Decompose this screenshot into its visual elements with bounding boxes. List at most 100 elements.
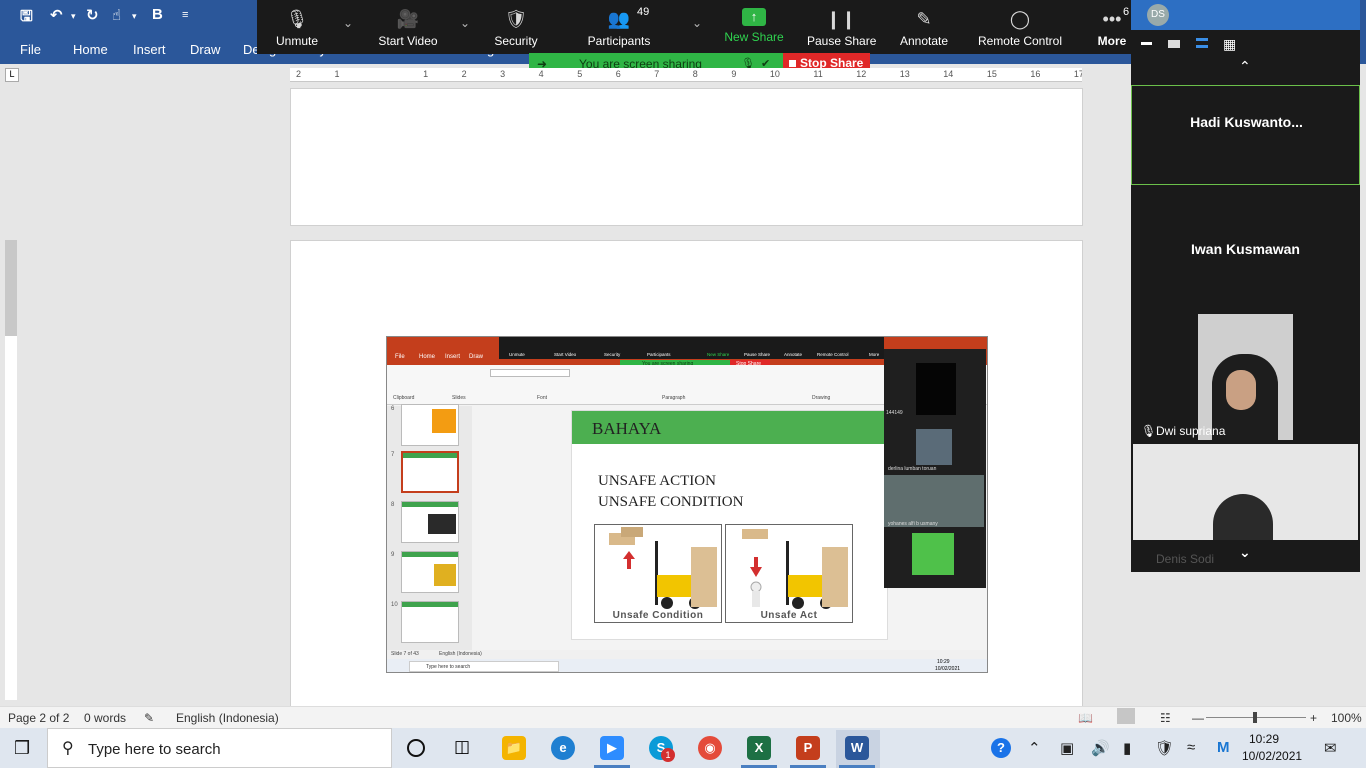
slide-thumb-10: [401, 601, 459, 643]
stop-square-icon: [789, 60, 796, 68]
volume-icon[interactable]: 🔊: [1091, 739, 1110, 757]
video-tile-hadi[interactable]: Hadi Kuswanto...: [1131, 85, 1360, 185]
participant-name-hadi: Hadi Kuswanto...: [1190, 114, 1303, 130]
print-layout-icon[interactable]: [1117, 708, 1135, 724]
horizontal-ruler[interactable]: 2 1 1 2 3 4 5 6 7 8 9 10 11 12 13 14 15 …: [290, 68, 1082, 82]
start-video-label: Start Video: [378, 34, 438, 48]
tab-home[interactable]: Home: [73, 42, 108, 57]
tab-selector[interactable]: L: [5, 68, 19, 82]
tab-insert[interactable]: Insert: [133, 42, 166, 57]
bold-button[interactable]: B: [152, 6, 163, 23]
pasted-screenshot-image[interactable]: File Home Insert Draw Unmute Start Video…: [386, 336, 988, 673]
customize-qa-icon[interactable]: ≡: [182, 9, 188, 21]
meet-now-icon[interactable]: ▣: [1060, 739, 1074, 757]
redo-icon[interactable]: ↻: [86, 6, 99, 24]
word-icon[interactable]: W: [845, 736, 869, 760]
battery-icon[interactable]: ▮: [1123, 739, 1131, 757]
proofing-icon[interactable]: ✎: [144, 711, 154, 725]
speaker-view-icon[interactable]: [1168, 40, 1180, 48]
video-options-caret-icon[interactable]: ⌄: [460, 16, 470, 30]
zoom-level[interactable]: 100%: [1331, 711, 1362, 725]
vertical-ruler[interactable]: [5, 240, 17, 700]
gallery-view-icon[interactable]: ▦: [1223, 36, 1236, 53]
windows-start-icon[interactable]: ❒: [14, 738, 30, 759]
cortana-icon[interactable]: [407, 739, 425, 757]
scroll-up-icon[interactable]: ⌃: [1239, 58, 1251, 75]
ppt-language: English (Indonesia): [439, 651, 482, 657]
strip-view-icon[interactable]: [1196, 38, 1208, 48]
m-app-icon[interactable]: M: [1217, 739, 1230, 756]
annotate-button[interactable]: ✎ Annotate: [897, 0, 951, 54]
ruler-number: 2: [461, 69, 467, 79]
language-indicator[interactable]: English (Indonesia): [176, 711, 279, 725]
powerpoint-icon[interactable]: P: [796, 736, 820, 760]
participants-button[interactable]: 👥 49 Participants: [587, 0, 651, 54]
emb-tile-label-2: derlina lumban toruan: [888, 466, 937, 472]
ppt-tab-insert: Insert: [445, 354, 461, 360]
excel-icon[interactable]: X: [747, 736, 771, 760]
participants-count: 49: [637, 6, 650, 18]
page-count[interactable]: Page 2 of 2: [8, 711, 69, 725]
zoom-app-icon[interactable]: ▶: [600, 736, 624, 760]
task-view-icon[interactable]: ◫: [454, 737, 470, 757]
ruler-number: 3: [500, 69, 506, 79]
user-avatar[interactable]: DS: [1147, 4, 1169, 26]
word-count[interactable]: 0 words: [84, 711, 126, 725]
wifi-icon[interactable]: ≈: [1187, 739, 1195, 756]
video-tile-iwan[interactable]: Iwan Kusmawan: [1131, 190, 1360, 310]
save-icon[interactable]: 🖫: [20, 6, 33, 31]
start-video-button[interactable]: 🎥 Start Video: [375, 0, 441, 54]
show-hidden-icons-icon[interactable]: ⌃: [1028, 739, 1041, 757]
zoom-slider-thumb[interactable]: [1253, 712, 1257, 723]
new-share-button[interactable]: ↑ New Share: [723, 0, 785, 54]
skype-badge: 1: [661, 748, 675, 762]
web-layout-icon[interactable]: ☷: [1160, 711, 1171, 725]
touch-mode-icon[interactable]: ☝: [112, 6, 121, 24]
unmute-button[interactable]: 🎙 Unmute: [269, 0, 325, 54]
ppt-slide-thumbnails: 6 7 8 9 10: [387, 404, 472, 650]
participants-caret-icon[interactable]: ⌄: [692, 16, 702, 30]
clock-time[interactable]: 10:29: [1249, 732, 1279, 746]
undo-dropdown-icon[interactable]: ▾: [71, 11, 76, 22]
more-button[interactable]: ••• 6 More: [1095, 0, 1129, 54]
read-mode-icon[interactable]: 📖: [1078, 711, 1093, 725]
document-page-1[interactable]: [290, 88, 1083, 226]
edge-icon[interactable]: e: [551, 736, 575, 760]
zoom-out-icon[interactable]: —: [1192, 711, 1204, 725]
video-tile-dwi[interactable]: 🎙 Dwi supriana: [1131, 314, 1360, 440]
ruler-number: 5: [577, 69, 583, 79]
pencil-icon: ✎: [916, 9, 932, 29]
tab-draw[interactable]: Draw: [190, 42, 220, 57]
emb-video-tile-3: [884, 475, 984, 527]
clock-date[interactable]: 10/02/2021: [1242, 749, 1302, 763]
unmute-label: Unmute: [275, 34, 319, 48]
notifications-icon[interactable]: ✉: [1324, 739, 1337, 757]
emb-tile-label-1: 144149: [886, 410, 903, 416]
more-label: More: [1097, 34, 1127, 48]
emb-video-tile-4: [912, 533, 954, 575]
search-placeholder: Type here to search: [88, 741, 221, 758]
zoom-in-icon[interactable]: +: [1310, 711, 1317, 725]
remote-control-button[interactable]: ◯ Remote Control: [977, 0, 1063, 54]
mouse-icon: ◯: [1009, 9, 1031, 29]
touch-dropdown-icon[interactable]: ▾: [132, 11, 137, 22]
emb-pause-label: Pause Share: [744, 352, 771, 357]
video-tile-denis[interactable]: Denis Sodi ⌄: [1131, 444, 1360, 570]
chrome-icon[interactable]: ◉: [698, 736, 722, 760]
embedded-zoom-toolbar: Unmute Start Video Security Participants…: [499, 337, 889, 359]
minimize-view-icon[interactable]: [1141, 42, 1152, 45]
thumb-num: 10: [391, 602, 398, 608]
defender-icon[interactable]: 🛡: [1155, 739, 1174, 757]
undo-icon[interactable]: ↶: [50, 6, 63, 24]
ppt-tab-home: Home: [419, 354, 436, 360]
security-button[interactable]: 🛡 Security: [489, 0, 543, 54]
taskbar-search-box[interactable]: ⚲ Type here to search: [47, 728, 392, 768]
share-screen-icon: ↑: [742, 8, 766, 26]
ruler-number: 13: [899, 69, 910, 79]
file-explorer-icon[interactable]: 📁: [502, 736, 526, 760]
help-icon[interactable]: ?: [991, 738, 1011, 758]
scroll-down-icon[interactable]: ⌄: [1239, 544, 1251, 561]
tab-file[interactable]: File: [20, 42, 41, 57]
pause-share-button[interactable]: ❙❙ Pause Share: [807, 0, 876, 54]
audio-options-caret-icon[interactable]: ⌄: [343, 16, 353, 30]
